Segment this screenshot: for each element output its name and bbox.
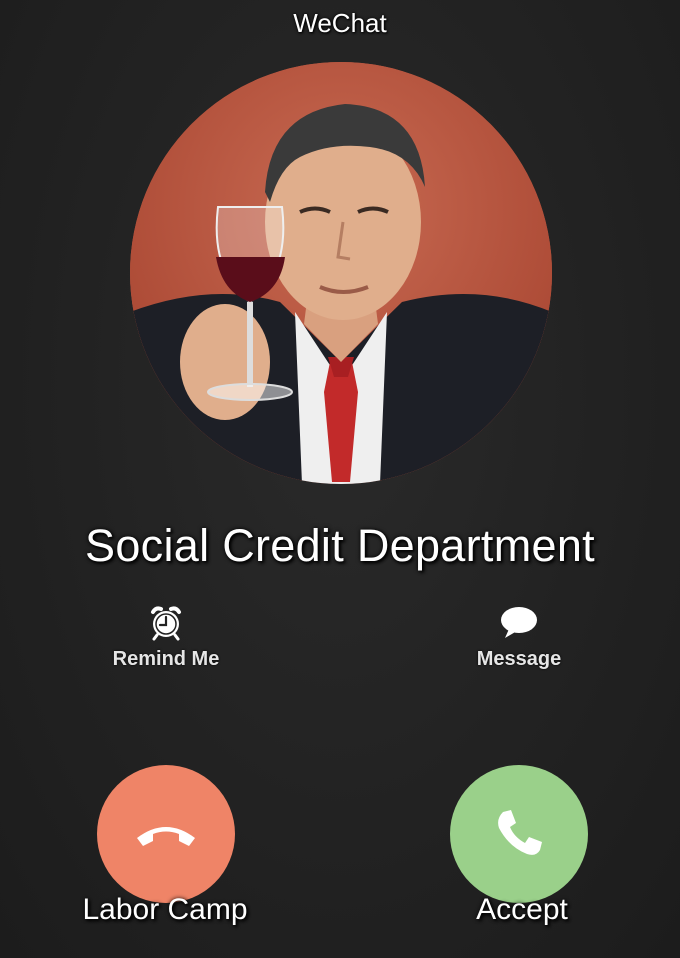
phone-icon xyxy=(498,810,542,855)
decline-call-button[interactable] xyxy=(97,765,235,903)
remind-me-label: Remind Me xyxy=(112,648,220,670)
remind-me-button[interactable]: Remind Me xyxy=(76,600,256,671)
incoming-call-screen: WeChat Social Credit Department Remind M… xyxy=(0,0,680,958)
speech-bubble-icon xyxy=(501,607,537,638)
message-button[interactable]: Message xyxy=(429,600,609,671)
caller-photo xyxy=(130,62,552,484)
caller-name: Social Credit Department xyxy=(85,520,595,571)
alarm-clock-icon xyxy=(151,606,181,641)
app-name: WeChat xyxy=(293,8,387,38)
accept-call-button[interactable] xyxy=(450,765,588,903)
accept-label: Accept xyxy=(476,893,568,926)
message-label: Message xyxy=(476,648,562,670)
decline-label: Labor Camp xyxy=(82,893,248,926)
caller-avatar xyxy=(130,62,552,484)
hang-up-icon xyxy=(137,827,195,846)
